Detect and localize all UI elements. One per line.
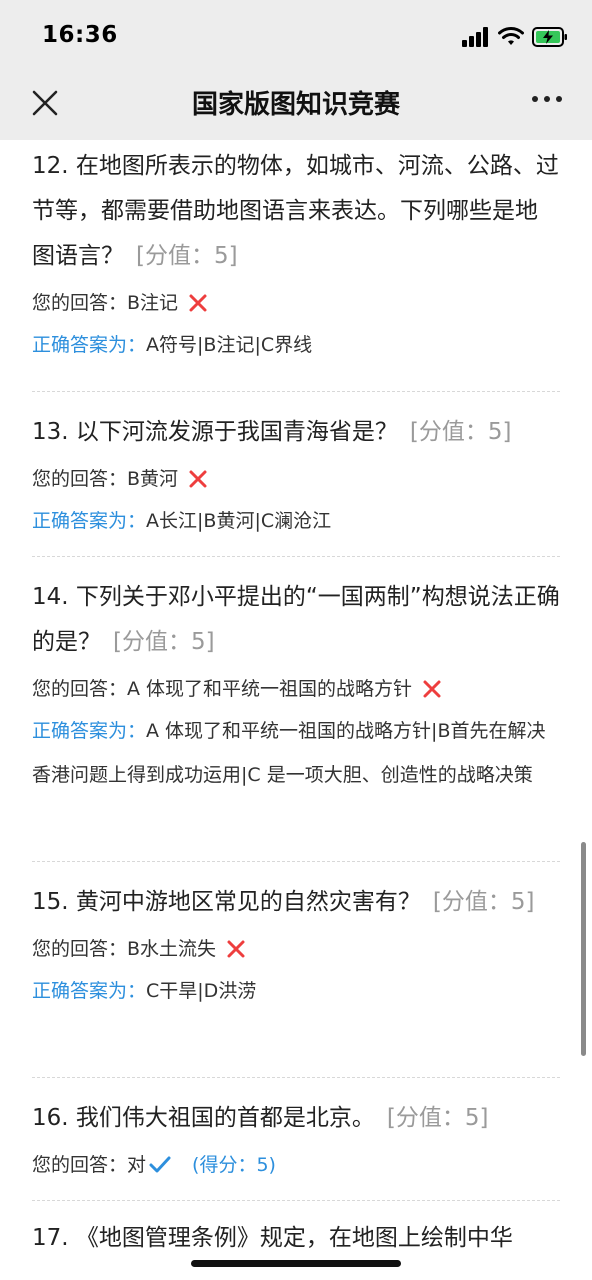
status-icons <box>462 24 568 50</box>
question-16: 16. 我们伟大祖国的首都是北京。 [分值：5] 您的回答：对 (得分：5) <box>32 1096 560 1179</box>
user-answer: 您的回答：对 (得分：5) <box>32 1151 560 1179</box>
question-score: [分值：5] <box>432 889 535 915</box>
question-title: 15. 黄河中游地区常见的自然灾害有？ [分值：5] <box>32 889 535 915</box>
signal-icon <box>462 27 488 47</box>
question-score: [分值：5] <box>136 243 238 269</box>
quiz-results: 12. 在地图所表示的物体，如城市、河流、公路、过节等，都需要借助地图语言来表达… <box>0 140 592 1280</box>
question-title: 13. 以下河流发源于我国青海省是？ [分值：5] <box>32 419 512 445</box>
wifi-icon <box>498 27 524 45</box>
divider <box>32 1077 560 1078</box>
battery-charging-icon <box>532 27 567 47</box>
question-score: [分值：5] <box>409 419 512 445</box>
page-title: 国家版图知识竞赛 <box>191 90 400 120</box>
divider <box>32 556 560 557</box>
user-answer: 您的回答： B注记 <box>32 289 560 317</box>
correct-answer: 正确答案为：A符号|B注记|C界线 <box>32 334 313 356</box>
user-answer: 您的回答： A 体现了和平统一祖国的战略方针 <box>32 675 560 703</box>
question-score: [分值：5] <box>113 629 215 655</box>
scrollbar[interactable] <box>581 842 586 1056</box>
question-title: 17. 《地图管理条例》规定，在地图上绘制中华 <box>32 1225 513 1251</box>
question-14: 14. 下列关于邓小平提出的“一国两制”构想说法正确的是？ [分值：5] 您的回答… <box>32 575 560 797</box>
divider <box>32 861 560 862</box>
question-title: 14. 下列关于邓小平提出的“一国两制”构想说法正确的是？ [分值：5] <box>32 584 560 655</box>
status-time: 16:36 <box>42 22 118 48</box>
home-indicator[interactable] <box>191 1260 401 1267</box>
question-17: 17. 《地图管理条例》规定，在地图上绘制中华 <box>32 1216 560 1261</box>
question-title: 12. 在地图所表示的物体，如城市、河流、公路、过节等，都需要借助地图语言来表达… <box>32 153 559 269</box>
wrong-icon <box>423 680 441 698</box>
correct-answer: 正确答案为：A 体现了和平统一祖国的战略方针|B首先在解决香港问题上得到成功运用… <box>32 720 546 786</box>
question-12: 12. 在地图所表示的物体，如城市、河流、公路、过节等，都需要借助地图语言来表达… <box>32 144 560 367</box>
wrong-icon <box>227 940 245 958</box>
wrong-icon <box>189 294 207 312</box>
question-15: 15. 黄河中游地区常见的自然灾害有？ [分值：5] 您的回答： B水土流失 正确答… <box>32 880 560 1013</box>
question-13: 13. 以下河流发源于我国青海省是？ [分值：5] 您的回答： B黄河 正确答案为：… <box>32 410 560 543</box>
correct-answer: 正确答案为：A长江|B黄河|C澜沧江 <box>32 510 332 532</box>
divider <box>32 391 560 392</box>
wrong-icon <box>189 470 207 488</box>
top-bar: 16:36 国家版图知识竞赛 <box>0 0 592 140</box>
correct-check-icon <box>149 1156 171 1173</box>
more-icon[interactable] <box>532 96 562 102</box>
user-answer: 您的回答： B水土流失 <box>32 935 560 963</box>
question-score: [分值：5] <box>386 1105 489 1131</box>
question-title: 16. 我们伟大祖国的首都是北京。 [分值：5] <box>32 1105 489 1131</box>
correct-answer: 正确答案为：C干旱|D洪涝 <box>32 980 257 1002</box>
gained-score: (得分：5) <box>192 1154 276 1176</box>
divider <box>32 1200 560 1201</box>
user-answer: 您的回答： B黄河 <box>32 465 560 493</box>
